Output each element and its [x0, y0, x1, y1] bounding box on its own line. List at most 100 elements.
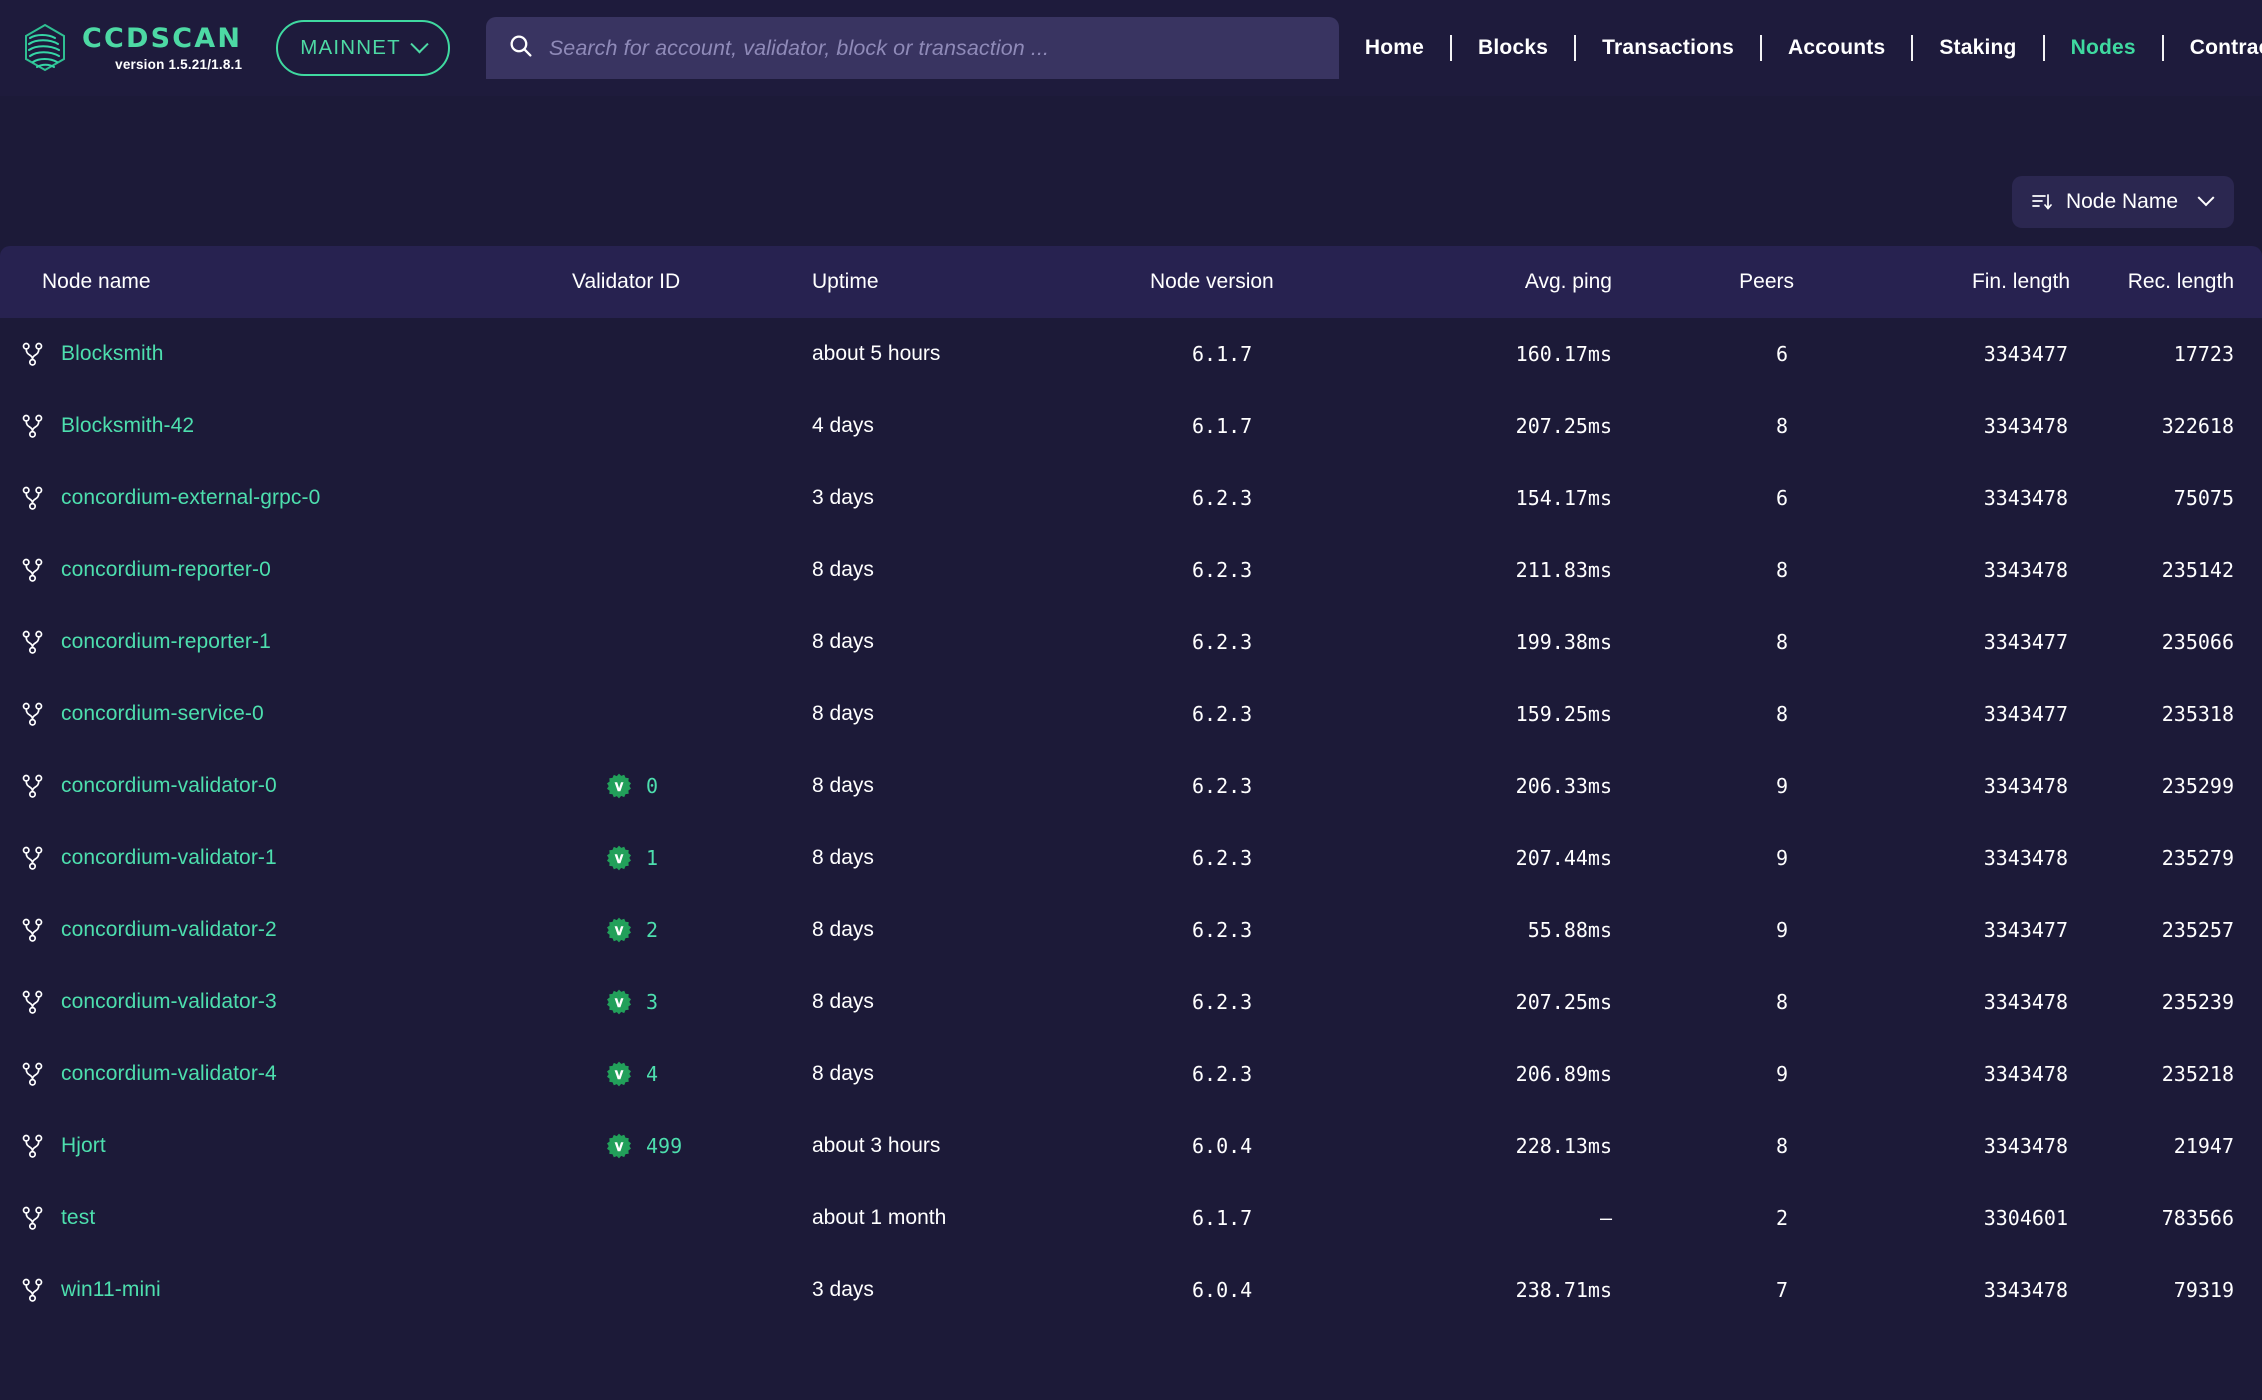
node-branch-icon: [22, 558, 43, 583]
cell-validator-id: [560, 462, 810, 534]
cell-uptime: 8 days: [812, 990, 874, 1013]
sort-dropdown[interactable]: Node Name: [2011, 176, 2234, 228]
node-name-link[interactable]: concordium-external-grpc-0: [61, 486, 320, 510]
column-header-peers[interactable]: Peers: [1670, 246, 1850, 318]
node-name-link[interactable]: concordium-service-0: [61, 702, 264, 726]
validator-id-value[interactable]: 0: [646, 774, 658, 798]
cell-avg-ping: 206.33ms: [1515, 774, 1612, 798]
cell-node-version: 6.2.3: [1192, 630, 1253, 654]
nav-separator: [2042, 35, 2045, 61]
cell-avg-ping: 55.88ms: [1527, 918, 1612, 942]
node-name-link[interactable]: concordium-validator-3: [61, 990, 277, 1014]
cell-peers: 8: [1775, 702, 1788, 726]
cell-avg-ping: 199.38ms: [1515, 630, 1612, 654]
cell-node-version: 6.2.3: [1192, 846, 1253, 870]
cell-node-version: 6.1.7: [1192, 342, 1253, 366]
column-header-fin-length[interactable]: Fin. length: [1850, 246, 2080, 318]
table-row[interactable]: concordium-validator-4 4 8 days 6.2.3 20…: [0, 1038, 2262, 1110]
table-row[interactable]: concordium-reporter-1 8 days 6.2.3 199.3…: [0, 606, 2262, 678]
cell-peers: 9: [1775, 918, 1788, 942]
table-row[interactable]: Blocksmith about 5 hours 6.1.7 160.17ms …: [0, 318, 2262, 390]
table-row[interactable]: win11-mini 3 days 6.0.4 238.71ms 7 33434…: [0, 1254, 2262, 1326]
nav-link-accounts[interactable]: Accounts: [1762, 36, 1911, 60]
node-name-link[interactable]: Hjort: [61, 1134, 106, 1158]
validator-id-value[interactable]: 499: [646, 1134, 682, 1158]
column-header-validator-id[interactable]: Validator ID: [560, 246, 810, 318]
brand[interactable]: CCDSCAN version 1.5.21/1.8.1: [22, 23, 242, 73]
node-name-link[interactable]: Blocksmith-42: [61, 414, 194, 438]
cell-node-name: concordium-external-grpc-0: [0, 462, 560, 534]
cell-uptime: 8 days: [812, 630, 874, 653]
table-row[interactable]: Blocksmith-42 4 days 6.1.7 207.25ms 8 33…: [0, 390, 2262, 462]
main-content: Node Name Node name Validator ID Uptime …: [0, 96, 2262, 1326]
cell-uptime: 8 days: [812, 774, 874, 797]
cell-fin-length: 3343478: [1983, 558, 2068, 582]
nav-link-nodes[interactable]: Nodes: [2045, 36, 2162, 60]
nav-link-transactions[interactable]: Transactions: [1576, 36, 1760, 60]
column-header-node-version[interactable]: Node version: [1140, 246, 1410, 318]
network-selector[interactable]: MAINNET: [276, 20, 450, 76]
search-bar[interactable]: [485, 17, 1339, 79]
cell-node-name: concordium-validator-3: [0, 966, 560, 1038]
validator-id-value[interactable]: 1: [646, 846, 658, 870]
table-row[interactable]: Hjort 499 about 3 hours 6.0.4 228.13ms 8…: [0, 1110, 2262, 1182]
node-branch-icon: [22, 774, 43, 799]
table-row[interactable]: concordium-validator-0 0 8 days 6.2.3 20…: [0, 750, 2262, 822]
cell-peers: 7: [1775, 1278, 1788, 1302]
table-row[interactable]: concordium-service-0 8 days 6.2.3 159.25…: [0, 678, 2262, 750]
table-row[interactable]: test about 1 month 6.1.7 – 2 3304601 783…: [0, 1182, 2262, 1254]
column-header-avg-ping[interactable]: Avg. ping: [1410, 246, 1670, 318]
cell-peers: 8: [1775, 414, 1788, 438]
table-header-row: Node name Validator ID Uptime Node versi…: [0, 246, 2262, 318]
cell-node-version: 6.2.3: [1192, 1062, 1253, 1086]
node-name-link[interactable]: concordium-validator-1: [61, 846, 277, 870]
cell-rec-length: 235066: [2161, 630, 2234, 654]
validator-id-value[interactable]: 4: [646, 1062, 658, 1086]
table-row[interactable]: concordium-validator-2 2 8 days 6.2.3 55…: [0, 894, 2262, 966]
cell-avg-ping: 211.83ms: [1515, 558, 1612, 582]
nav-link-contracts[interactable]: Contracts: [2164, 36, 2262, 60]
network-label: MAINNET: [300, 36, 401, 59]
cell-fin-length: 3343478: [1983, 486, 2068, 510]
cell-validator-id: 3: [560, 966, 810, 1038]
node-name-link[interactable]: concordium-validator-2: [61, 918, 277, 942]
column-header-rec-length[interactable]: Rec. length: [2080, 246, 2262, 318]
cell-fin-length: 3343477: [1983, 630, 2068, 654]
table-row[interactable]: concordium-external-grpc-0 3 days 6.2.3 …: [0, 462, 2262, 534]
column-header-node-name[interactable]: Node name: [0, 246, 560, 318]
cell-rec-length: 79319: [2173, 1278, 2234, 1302]
validator-id-value[interactable]: 2: [646, 918, 658, 942]
nav-link-home[interactable]: Home: [1339, 36, 1450, 60]
cell-node-version: 6.0.4: [1192, 1134, 1253, 1158]
cell-rec-length: 235257: [2161, 918, 2234, 942]
node-branch-icon: [22, 990, 43, 1015]
cell-fin-length: 3343478: [1983, 1278, 2068, 1302]
node-name-link[interactable]: test: [61, 1206, 95, 1230]
app-header: CCDSCAN version 1.5.21/1.8.1 MAINNET Hom…: [0, 0, 2262, 96]
node-name-link[interactable]: concordium-reporter-0: [61, 558, 271, 582]
cell-peers: 6: [1775, 342, 1788, 366]
node-name-link[interactable]: Blocksmith: [61, 342, 164, 366]
validator-id-value[interactable]: 3: [646, 990, 658, 1014]
node-name-link[interactable]: concordium-validator-0: [61, 774, 277, 798]
cell-node-version: 6.0.4: [1192, 1278, 1253, 1302]
table-body: Blocksmith about 5 hours 6.1.7 160.17ms …: [0, 318, 2262, 1326]
cell-node-version: 6.2.3: [1192, 774, 1253, 798]
nav-link-blocks[interactable]: Blocks: [1452, 36, 1574, 60]
chevron-down-icon: [2197, 189, 2215, 207]
search-input[interactable]: [548, 35, 1317, 61]
node-name-link[interactable]: concordium-validator-4: [61, 1062, 277, 1086]
node-branch-icon: [22, 1062, 43, 1087]
cell-avg-ping: 207.44ms: [1515, 846, 1612, 870]
cell-rec-length: 75075: [2173, 486, 2234, 510]
nav-link-staking[interactable]: Staking: [1913, 36, 2042, 60]
column-header-uptime[interactable]: Uptime: [810, 246, 1140, 318]
cell-fin-length: 3343477: [1983, 702, 2068, 726]
node-name-link[interactable]: concordium-reporter-1: [61, 630, 271, 654]
cell-uptime: 3 days: [812, 1278, 874, 1301]
table-row[interactable]: concordium-validator-1 1 8 days 6.2.3 20…: [0, 822, 2262, 894]
node-name-link[interactable]: win11-mini: [61, 1278, 161, 1302]
validator-badge-icon: [606, 1133, 632, 1159]
table-row[interactable]: concordium-reporter-0 8 days 6.2.3 211.8…: [0, 534, 2262, 606]
table-row[interactable]: concordium-validator-3 3 8 days 6.2.3 20…: [0, 966, 2262, 1038]
